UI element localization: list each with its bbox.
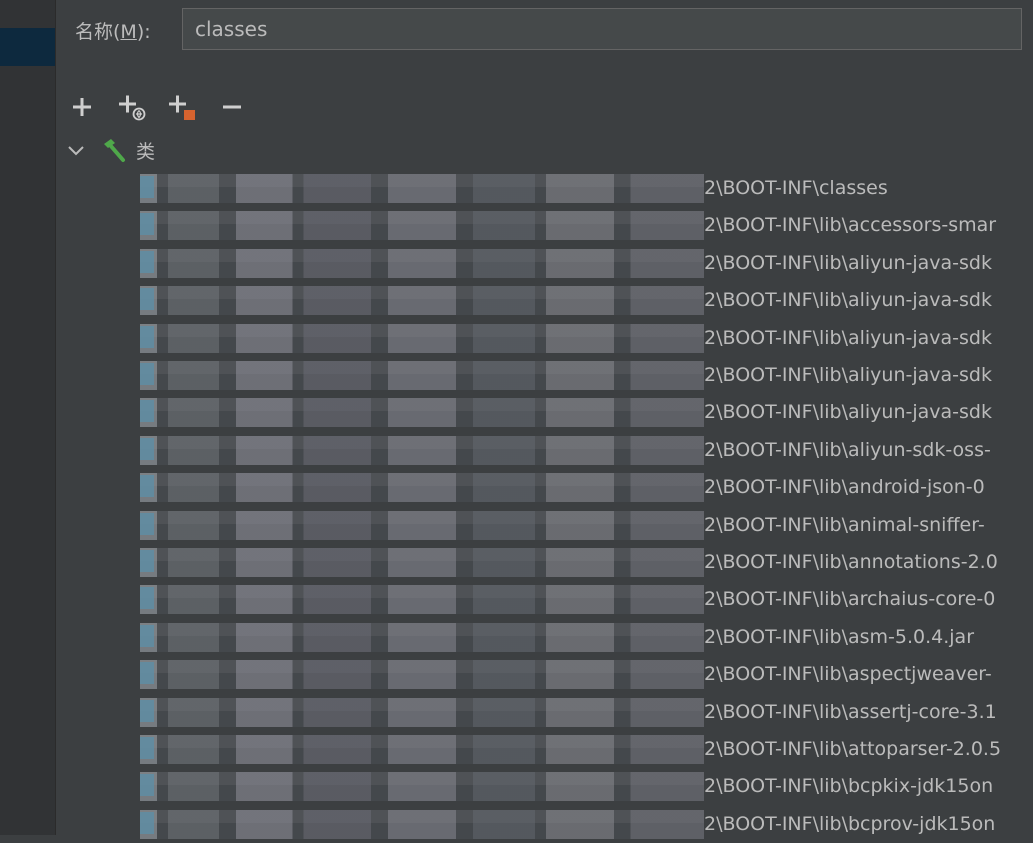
redacted-path-prefix bbox=[140, 398, 704, 428]
list-item[interactable]: 2\BOOT-INF\lib\annotations-2.0 bbox=[0, 544, 1033, 581]
redacted-path-prefix bbox=[140, 435, 704, 465]
add-url-icon[interactable] bbox=[118, 93, 146, 121]
redacted-path-prefix bbox=[140, 697, 704, 727]
redacted-path-prefix bbox=[140, 248, 704, 278]
name-row: 名称(M): bbox=[75, 8, 151, 52]
list-item[interactable]: 2\BOOT-INF\lib\aliyun-java-sdk bbox=[0, 245, 1033, 282]
classpath-entry-text: 2\BOOT-INF\lib\aliyun-sdk-oss- bbox=[704, 438, 991, 461]
list-item[interactable]: 2\BOOT-INF\lib\aspectjweaver- bbox=[0, 656, 1033, 693]
redacted-path-prefix bbox=[140, 473, 704, 503]
chevron-down-icon[interactable] bbox=[66, 140, 86, 160]
classpath-entry-text: 2\BOOT-INF\lib\archaius-core-0 bbox=[704, 588, 996, 611]
classpath-entry-text: 2\BOOT-INF\lib\aliyun-java-sdk bbox=[704, 364, 992, 386]
redacted-path-prefix bbox=[140, 585, 704, 615]
hammer-icon bbox=[104, 139, 125, 162]
redacted-path-prefix bbox=[140, 660, 704, 690]
list-item[interactable]: 2\BOOT-INF\lib\animal-sniffer- bbox=[0, 507, 1033, 544]
classpath-entry-text: 2\BOOT-INF\lib\aliyun-java-sdk bbox=[704, 251, 992, 274]
classpath-entry-text: 2\BOOT-INF\lib\android-json-0 bbox=[704, 476, 985, 499]
list-item[interactable]: 2\BOOT-INF\lib\aliyun-java-sdk bbox=[0, 320, 1033, 357]
classpath-entry-text: 2\BOOT-INF\lib\aliyun-java-sdk bbox=[704, 401, 992, 424]
list-item[interactable]: 2\BOOT-INF\lib\aliyun-java-sdk bbox=[0, 394, 1033, 431]
redacted-path-prefix bbox=[140, 211, 704, 241]
redacted-path-prefix bbox=[140, 174, 704, 203]
classpath-entry-text: 2\BOOT-INF\lib\asm-5.0.4.jar bbox=[704, 625, 975, 648]
classpath-entry-text: 2\BOOT-INF\lib\aliyun-java-sdk bbox=[704, 289, 992, 312]
classpath-entry-text: 2\BOOT-INF\lib\attoparser-2.0.5 bbox=[704, 738, 1002, 760]
tree-root-label: 类 bbox=[136, 140, 156, 163]
redacted-path-prefix bbox=[140, 809, 704, 839]
classpath-entry-text: 2\BOOT-INF\lib\annotations-2.0 bbox=[704, 551, 998, 573]
classpath-entry-text: 2\BOOT-INF\lib\bcprov-jdk15on bbox=[704, 812, 996, 835]
list-item[interactable]: 2\BOOT-INF\lib\archaius-core-0 bbox=[0, 581, 1033, 618]
classpath-entry-text: 2\BOOT-INF\classes bbox=[704, 177, 888, 199]
list-item[interactable]: 2\BOOT-INF\lib\android-json-0 bbox=[0, 469, 1033, 506]
add-icon[interactable] bbox=[68, 93, 96, 121]
classpath-entry-text: 2\BOOT-INF\lib\aspectjweaver- bbox=[704, 663, 992, 686]
list-item[interactable]: 2\BOOT-INF\lib\attoparser-2.0.5 bbox=[0, 731, 1033, 768]
redacted-path-prefix bbox=[140, 323, 704, 353]
sidebar-selected-item[interactable] bbox=[0, 28, 55, 66]
classpath-entry-text: 2\BOOT-INF\lib\animal-sniffer- bbox=[704, 513, 985, 536]
redacted-path-prefix bbox=[140, 361, 704, 390]
list-item[interactable]: 2\BOOT-INF\lib\aliyun-java-sdk bbox=[0, 357, 1033, 394]
list-item[interactable]: 2\BOOT-INF\lib\bcprov-jdk15on bbox=[0, 806, 1033, 843]
list-item[interactable]: 2\BOOT-INF\lib\aliyun-java-sdk bbox=[0, 282, 1033, 319]
classpath-entry-text: 2\BOOT-INF\lib\assertj-core-3.1 bbox=[704, 700, 997, 723]
name-label: 名称(M): bbox=[75, 20, 151, 43]
list-item[interactable]: 2\BOOT-INF\lib\accessors-smar bbox=[0, 207, 1033, 244]
redacted-path-prefix bbox=[140, 548, 704, 577]
tree-root[interactable]: 类 bbox=[66, 136, 155, 164]
list-item[interactable]: 2\BOOT-INF\lib\asm-5.0.4.jar bbox=[0, 619, 1033, 656]
classpath-entry-text: 2\BOOT-INF\lib\aliyun-java-sdk bbox=[704, 326, 992, 349]
redacted-path-prefix bbox=[140, 286, 704, 316]
name-input[interactable] bbox=[182, 8, 1022, 50]
list-item[interactable]: 2\BOOT-INF\lib\assertj-core-3.1 bbox=[0, 694, 1033, 731]
list-item[interactable]: 2\BOOT-INF\classes bbox=[0, 170, 1033, 207]
list-item[interactable]: 2\BOOT-INF\lib\bcpkix-jdk15on bbox=[0, 768, 1033, 805]
classpath-entry-text: 2\BOOT-INF\lib\bcpkix-jdk15on bbox=[704, 775, 994, 798]
redacted-path-prefix bbox=[140, 735, 704, 764]
redacted-path-prefix bbox=[140, 772, 704, 802]
remove-icon[interactable] bbox=[218, 93, 246, 121]
redacted-path-prefix bbox=[140, 510, 704, 540]
add-folder-icon[interactable] bbox=[168, 93, 196, 121]
toolbar bbox=[68, 92, 268, 122]
redacted-path-prefix bbox=[140, 622, 704, 652]
list-item[interactable]: 2\BOOT-INF\lib\aliyun-sdk-oss- bbox=[0, 432, 1033, 469]
classpath-entry-text: 2\BOOT-INF\lib\accessors-smar bbox=[704, 214, 997, 237]
